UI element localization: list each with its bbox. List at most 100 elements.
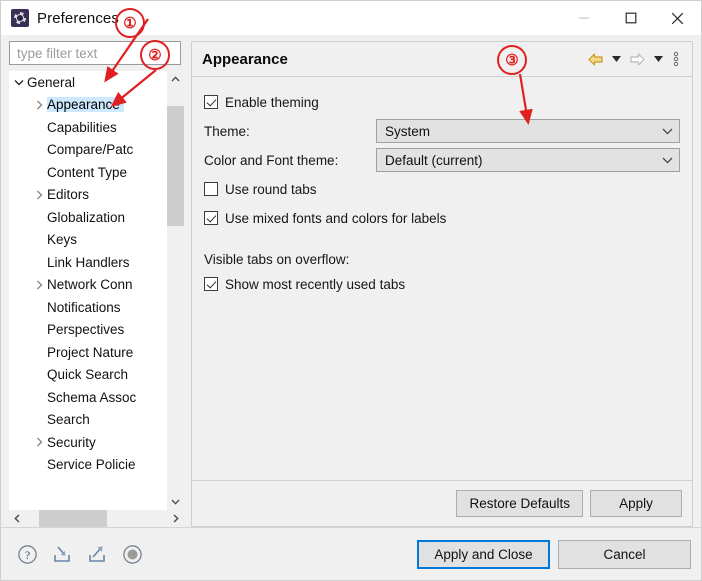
tree-item-security[interactable]: Security — [9, 431, 166, 454]
forward-dropdown-icon[interactable] — [651, 48, 665, 70]
tree-item-compare-patc[interactable]: Compare/Patc — [9, 139, 166, 162]
chevron-right-icon[interactable] — [31, 190, 47, 200]
enable-theming-row[interactable]: Enable theming — [204, 91, 680, 113]
tree-item-link-handlers[interactable]: Link Handlers — [9, 251, 166, 274]
export-preferences-icon[interactable] — [85, 542, 109, 566]
color-font-theme-row: Color and Font theme: Default (current) — [204, 148, 680, 172]
tree-item-keys[interactable]: Keys — [9, 229, 166, 252]
tree-horizontal-scrollbar[interactable] — [9, 510, 184, 527]
tree-item-appearance[interactable]: Appearance — [9, 94, 166, 117]
tree-item-schema-assoc[interactable]: Schema Assoc — [9, 386, 166, 409]
tree-item-label: Globalization — [47, 209, 126, 225]
color-font-theme-label: Color and Font theme: — [204, 152, 339, 168]
tree-item-capabilities[interactable]: Capabilities — [9, 116, 166, 139]
tree-item-service-policie[interactable]: Service Policie — [9, 454, 166, 477]
color-font-theme-value: Default (current) — [385, 152, 483, 168]
import-preferences-icon[interactable] — [50, 542, 74, 566]
horizontal-scroll-track[interactable] — [26, 510, 167, 527]
tree-item-label: Project Nature — [47, 344, 134, 360]
tree-item-notifications[interactable]: Notifications — [9, 296, 166, 319]
annotation-marker-2: ② — [140, 40, 170, 70]
chevron-right-icon[interactable] — [31, 280, 47, 290]
settings-column: Appearance Enable theming Theme: System … — [184, 35, 701, 527]
forward-arrow-icon[interactable] — [626, 48, 648, 70]
show-mru-tabs-checkbox[interactable] — [204, 277, 218, 291]
navigation-column: General Appearance Capabilities Compare/Pat… — [1, 35, 184, 527]
tree-vertical-scrollbar[interactable] — [166, 71, 184, 510]
record-icon[interactable] — [120, 542, 144, 566]
tree-item-quick-search[interactable]: Quick Search — [9, 364, 166, 387]
horizontal-scroll-thumb[interactable] — [39, 510, 107, 527]
back-dropdown-icon[interactable] — [609, 48, 623, 70]
tree-item-label: Notifications — [47, 299, 121, 315]
maximize-button[interactable] — [607, 1, 654, 35]
theme-combo[interactable]: System — [376, 119, 680, 143]
minimize-button[interactable] — [560, 1, 607, 35]
tree-item-label: Keys — [47, 232, 78, 248]
tree-item-label: Perspectives — [47, 322, 125, 338]
window-title: Preferences — [37, 9, 119, 27]
tree-item-project-nature[interactable]: Project Nature — [9, 341, 166, 364]
cancel-button[interactable]: Cancel — [558, 539, 691, 569]
tree-item-label: Capabilities — [47, 119, 117, 135]
apply-and-close-button[interactable]: Apply and Close — [417, 539, 550, 569]
back-arrow-icon[interactable] — [584, 48, 606, 70]
show-mru-tabs-row[interactable]: Show most recently used tabs — [204, 273, 680, 295]
scroll-up-icon[interactable] — [167, 71, 184, 88]
footer-buttons: Apply and Close Cancel — [417, 539, 691, 569]
scroll-down-icon[interactable] — [167, 493, 184, 510]
tree-item-content-type[interactable]: Content Type — [9, 161, 166, 184]
restore-defaults-button[interactable]: Restore Defaults — [456, 490, 583, 517]
annotation-marker-1: ① — [115, 8, 145, 38]
preference-tree-wrapper: General Appearance Capabilities Compare/Pat… — [9, 71, 184, 527]
scroll-right-icon[interactable] — [167, 510, 184, 527]
overflow-section-label: Visible tabs on overflow: — [204, 252, 350, 267]
round-tabs-checkbox[interactable] — [204, 182, 218, 196]
mixed-fonts-checkbox[interactable] — [204, 211, 218, 225]
tree-item-globalization[interactable]: Globalization — [9, 206, 166, 229]
apply-button[interactable]: Apply — [590, 490, 682, 517]
tree-item-label: Compare/Patc — [47, 142, 134, 158]
footer-icons: ? — [15, 542, 144, 566]
close-button[interactable] — [654, 1, 701, 35]
enable-theming-checkbox[interactable] — [204, 95, 218, 109]
round-tabs-label: Use round tabs — [225, 181, 317, 197]
theme-row: Theme: System — [204, 119, 680, 143]
chevron-right-icon[interactable] — [31, 437, 47, 447]
page-title: Appearance — [202, 50, 288, 68]
title-bar: Preferences — [1, 1, 701, 35]
window-controls — [560, 1, 701, 35]
tree-item-label: Content Type — [47, 164, 128, 180]
show-mru-tabs-label: Show most recently used tabs — [225, 276, 406, 292]
tree-item-label: Network Conn — [47, 277, 133, 293]
theme-value: System — [385, 123, 431, 139]
mixed-fonts-row[interactable]: Use mixed fonts and colors for labels — [204, 207, 680, 229]
tree-item-general[interactable]: General — [9, 71, 166, 94]
tree-item-label: Editors — [47, 187, 90, 203]
scroll-left-icon[interactable] — [9, 510, 26, 527]
tree-item-perspectives[interactable]: Perspectives — [9, 319, 166, 342]
vertical-scroll-thumb[interactable] — [167, 106, 184, 226]
tree-item-label: Appearance — [47, 97, 124, 113]
chevron-down-icon[interactable] — [11, 78, 27, 87]
svg-text:?: ? — [24, 548, 29, 562]
color-font-theme-combo[interactable]: Default (current) — [376, 148, 680, 172]
view-menu-icon[interactable] — [668, 48, 684, 70]
tree-item-network-conn[interactable]: Network Conn — [9, 274, 166, 297]
round-tabs-row[interactable]: Use round tabs — [204, 178, 680, 200]
dialog-content: General Appearance Capabilities Compare/Pat… — [1, 35, 701, 527]
vertical-scroll-track[interactable] — [167, 88, 184, 493]
help-icon[interactable]: ? — [15, 542, 39, 566]
preference-tree[interactable]: General Appearance Capabilities Compare/Pat… — [9, 71, 166, 510]
panel-footer: Restore Defaults Apply — [192, 480, 692, 526]
panel-toolbar — [584, 48, 684, 70]
tree-item-search[interactable]: Search — [9, 409, 166, 432]
mixed-fonts-label: Use mixed fonts and colors for labels — [225, 210, 447, 226]
chevron-down-icon — [662, 157, 673, 164]
chevron-down-icon — [662, 128, 673, 135]
tree-item-label: General — [27, 74, 76, 90]
tree-item-editors[interactable]: Editors — [9, 184, 166, 207]
tree-item-label: Search — [47, 412, 90, 428]
chevron-right-icon[interactable] — [31, 100, 47, 110]
